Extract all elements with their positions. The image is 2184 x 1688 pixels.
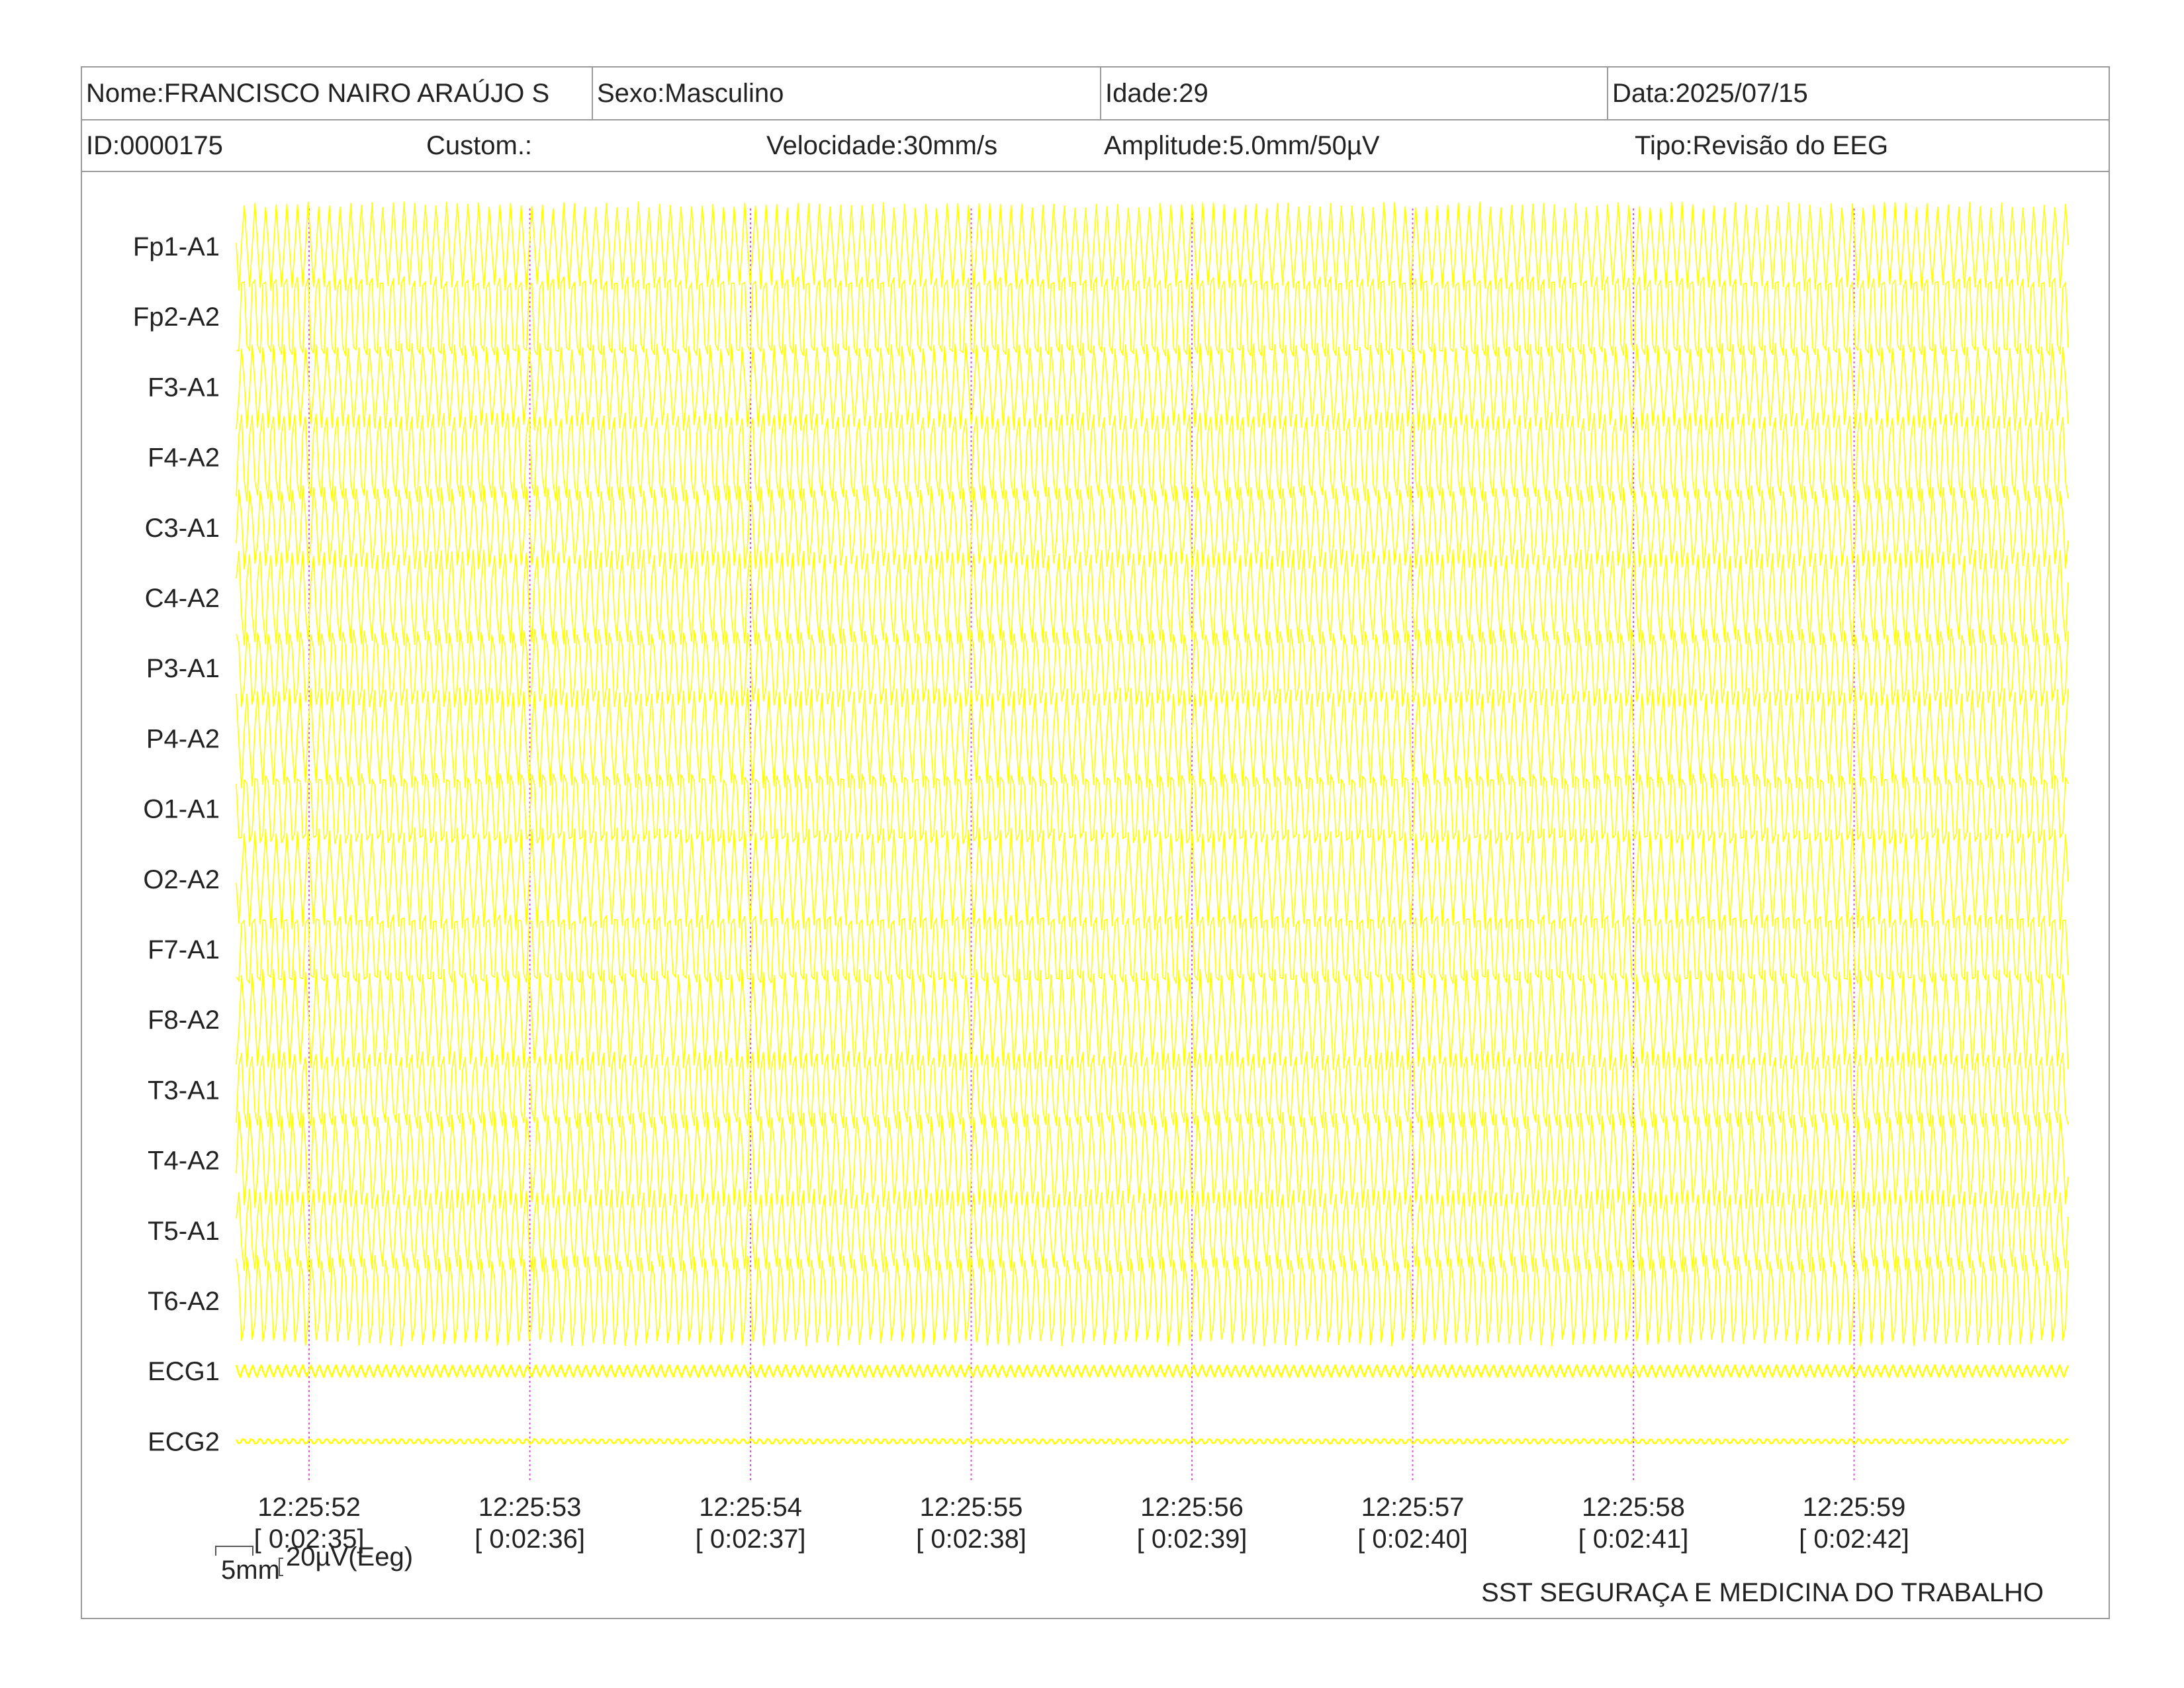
eeg-chart: Fp1-A1 Fp2-A2 F3-A1 F4-A2 C3-A1 C4-A2 P3-A1 P4-… [133,201,2070,1554]
tick-elapsed-7: [ 0:02:42] [1799,1524,1909,1554]
channel-label-6: P3-A1 [146,654,220,683]
tick-elapsed-1: [ 0:02:36] [475,1524,585,1554]
channel-label-13: T4-A2 [148,1147,220,1176]
tick-clock-7: 12:25:59 [1803,1493,1906,1522]
channel-label-17: ECG2 [148,1427,220,1456]
channel-label-8: O1-A1 [143,795,220,824]
channel-label-3: F4-A2 [148,444,220,473]
trace-t4-a2 [236,1111,2069,1209]
channel-label-14: T5-A1 [148,1217,220,1246]
channel-label-1: Fp2-A2 [133,303,220,332]
tick-elapsed-0: [ 0:02:35] [254,1524,365,1554]
second-markers [308,209,1855,1481]
tick-clock-5: 12:25:57 [1361,1493,1465,1522]
channel-label-2: F3-A1 [148,373,220,402]
channel-label-10: F7-A1 [148,935,220,964]
trace-o2-a2 [236,827,2069,931]
channel-label-7: P4-A2 [146,724,220,753]
tick-elapsed-2: [ 0:02:37] [696,1524,806,1554]
trace-p4-a2 [236,687,2069,789]
trace-f3-a1 [236,342,2069,432]
tick-clock-0: 12:25:52 [257,1493,361,1522]
tick-clock-3: 12:25:55 [920,1493,1023,1522]
trace-o1-a1 [236,773,2069,845]
tick-clock-4: 12:25:56 [1140,1493,1244,1522]
channel-label-15: T6-A2 [148,1287,220,1316]
channel-label-12: T3-A1 [148,1076,220,1105]
channel-label-4: C3-A1 [145,514,220,543]
trace-ecg1 [235,1364,2070,1378]
trace-ecg2 [235,1438,2069,1445]
channel-label-5: C4-A2 [145,584,220,613]
trace-fp2-a2 [236,276,2069,357]
eeg-traces [235,201,2070,1445]
channel-labels: Fp1-A1 Fp2-A2 F3-A1 F4-A2 C3-A1 C4-A2 P3-A1 P4-… [133,232,220,1456]
channel-label-16: ECG1 [148,1357,220,1386]
tick-elapsed-6: [ 0:02:41] [1578,1524,1689,1554]
channel-label-9: O2-A2 [143,865,220,894]
tick-elapsed-4: [ 0:02:39] [1137,1524,1248,1554]
channel-label-0: Fp1-A1 [133,232,220,261]
tick-clock-2: 12:25:54 [699,1493,802,1522]
channel-label-11: F8-A2 [148,1006,220,1035]
tick-clock-1: 12:25:53 [478,1493,582,1522]
time-axis: 12:25:52[ 0:02:35] 12:25:53[ 0:02:36] 12:2… [254,1493,1909,1554]
trace-fp1-a1 [236,201,2069,291]
tick-elapsed-5: [ 0:02:40] [1357,1524,1468,1554]
trace-f8-a2 [236,968,2069,1071]
tick-clock-6: 12:25:58 [1582,1493,1685,1522]
tick-elapsed-3: [ 0:02:38] [916,1524,1026,1554]
